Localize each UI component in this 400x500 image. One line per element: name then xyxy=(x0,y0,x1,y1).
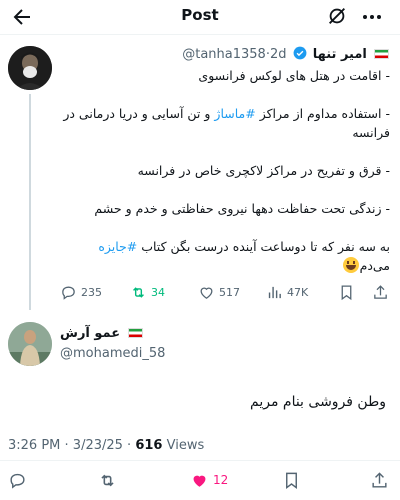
more-icon[interactable] xyxy=(360,5,384,29)
header-divider xyxy=(0,34,400,35)
reply-icon xyxy=(62,286,75,300)
post-time[interactable]: 2d xyxy=(270,47,287,62)
bookmark-button[interactable] xyxy=(338,282,355,302)
hashtag-link[interactable]: #ماساژ xyxy=(214,106,255,121)
author-handle[interactable]: @tanha1358 xyxy=(182,47,266,62)
reply-icon xyxy=(10,473,25,489)
grinning-emoji-icon xyxy=(342,257,359,273)
post-text: وطن فروشی بنام مریم xyxy=(250,394,386,410)
post-meta: @tanha1358·2d xyxy=(182,47,286,62)
reply-button[interactable] xyxy=(8,470,27,490)
views-icon xyxy=(268,286,281,298)
reply-count: 235 xyxy=(81,285,102,299)
avatar[interactable] xyxy=(8,46,52,90)
share-icon xyxy=(374,284,387,299)
actions-divider xyxy=(0,460,400,461)
post-time: 3:26 PM xyxy=(8,438,61,453)
share-icon xyxy=(372,471,387,488)
like-count: 12 xyxy=(213,473,229,487)
text-line: - استفاده مداوم از مراکز #ماساژ و تن آسا… xyxy=(63,106,390,140)
retweet-button[interactable] xyxy=(98,470,117,490)
top-bar: Post xyxy=(0,0,400,34)
share-button[interactable] xyxy=(370,470,389,490)
bookmark-icon xyxy=(341,284,352,300)
like-button[interactable]: 517 xyxy=(198,282,240,302)
text-line: - قرق و تفریح در مراکز لاکچری خاص در فرا… xyxy=(137,163,390,178)
text-line: می‌دم xyxy=(60,256,390,275)
retweet-count: 34 xyxy=(151,285,165,299)
author-name[interactable]: امیر تنها xyxy=(313,47,367,62)
post-actions: 12 xyxy=(0,470,400,492)
avatar[interactable] xyxy=(8,322,52,366)
post-header: امیر تنها @tanha1358·2d xyxy=(56,46,392,64)
views-count: 616 xyxy=(135,438,163,453)
post-actions: 235 34 517 47K xyxy=(56,282,392,302)
reply-button[interactable]: 235 xyxy=(60,282,102,302)
text-line: به سه نفر که تا دوساعت آینده درست بگن کت… xyxy=(98,239,390,254)
text-line: - زندگی تحت حفاظت دهها نیروی حفاظتی و خد… xyxy=(94,201,390,216)
text-line: - اقامت در هتل های لوکس فرانسوی xyxy=(198,68,390,83)
post-timestamp[interactable]: 3:26 PM · 3/23/25 · 616 Views xyxy=(8,438,204,453)
like-count: 517 xyxy=(219,285,240,299)
bookmark-button[interactable] xyxy=(282,470,301,490)
like-icon xyxy=(193,475,206,487)
verified-badge-icon xyxy=(293,46,307,60)
share-button[interactable] xyxy=(372,282,389,302)
hashtag-link[interactable]: #جایزه xyxy=(98,239,137,254)
post-text: - اقامت در هتل های لوکس فرانسوی - استفاد… xyxy=(60,66,390,275)
like-button[interactable]: 12 xyxy=(190,470,228,490)
thread-line xyxy=(29,94,31,310)
author-handle[interactable]: @mohamedi_58 xyxy=(60,346,165,361)
views-label: Views xyxy=(166,438,205,453)
iran-flag-icon xyxy=(127,328,143,338)
author-name-row: عمو آرش xyxy=(60,326,146,341)
bookmark-icon xyxy=(286,472,297,489)
views-count: 47K xyxy=(287,285,309,299)
mute-icon[interactable] xyxy=(326,5,348,27)
retweet-icon xyxy=(101,474,114,486)
like-icon xyxy=(200,287,213,299)
post-date: 3/23/25 xyxy=(72,438,123,453)
author-name[interactable]: عمو آرش xyxy=(60,326,120,341)
iran-flag-icon xyxy=(374,49,389,59)
retweet-button[interactable]: 34 xyxy=(130,282,165,302)
views-button[interactable]: 47K xyxy=(266,282,308,302)
retweet-icon xyxy=(133,286,144,298)
